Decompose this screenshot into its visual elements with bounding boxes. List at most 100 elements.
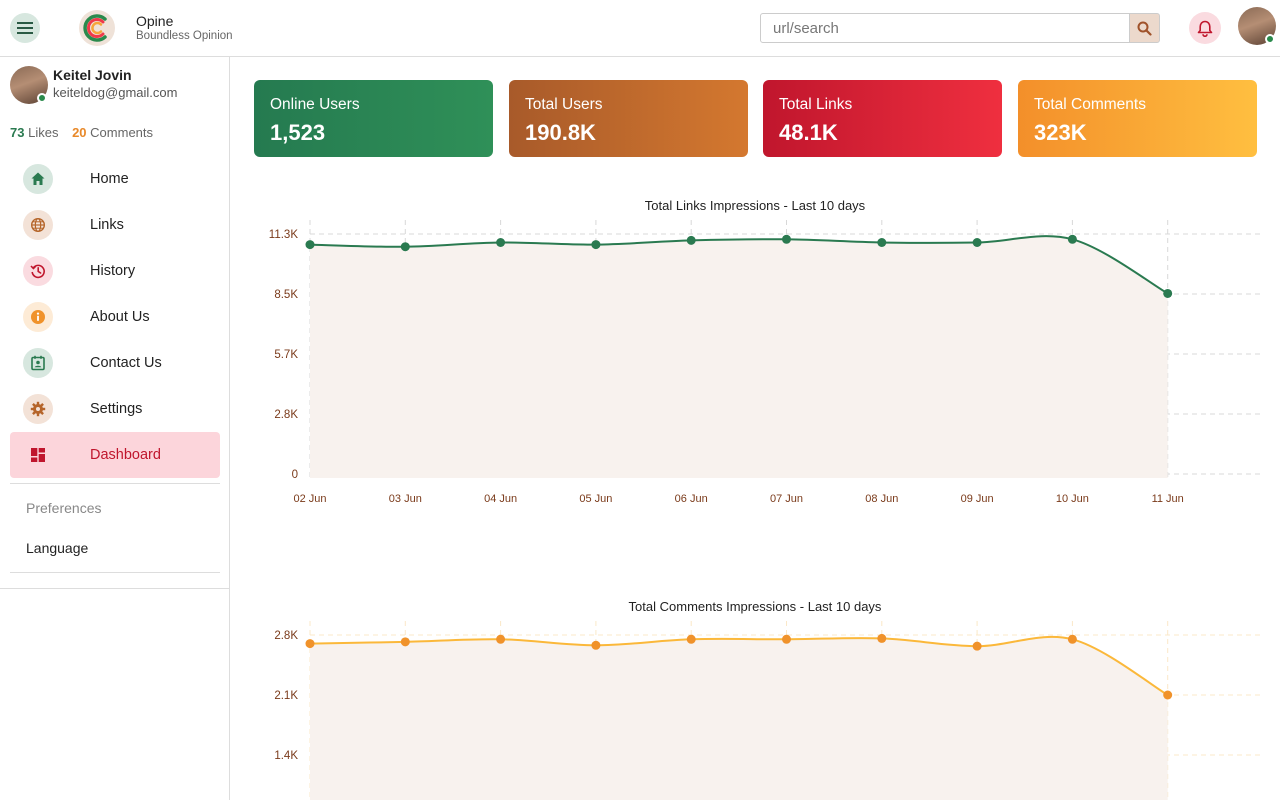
data-point[interactable] — [1163, 690, 1173, 700]
language-item[interactable]: Language — [26, 540, 88, 556]
card-value: 1,523 — [270, 120, 326, 145]
menu-button[interactable] — [10, 13, 40, 43]
data-point[interactable] — [686, 634, 696, 644]
sidebar-item-label: Home — [90, 171, 129, 187]
comments-chart-title: Total Comments Impressions - Last 10 day… — [628, 599, 882, 614]
sidebar-item-label: Contact Us — [90, 355, 162, 371]
search-button[interactable] — [1129, 13, 1160, 43]
data-point[interactable] — [877, 633, 887, 643]
user-name: Keitel Jovin — [53, 67, 132, 83]
x-tick-label: 02 Jun — [293, 493, 326, 505]
sidebar-nav: Home Links History About Us Contact Us S… — [10, 156, 220, 478]
data-point[interactable] — [1067, 634, 1077, 644]
info-icon — [23, 302, 53, 332]
sidebar-item-dashboard[interactable]: Dashboard — [10, 432, 220, 478]
x-tick-label: 06 Jun — [675, 493, 708, 505]
data-point[interactable] — [305, 639, 315, 649]
app-logo[interactable] — [79, 10, 115, 46]
brand-tagline: Boundless Opinion — [136, 30, 233, 42]
dashboard-icon — [23, 440, 53, 470]
y-tick-label: 2.8K — [274, 409, 298, 421]
data-point[interactable] — [591, 240, 601, 250]
data-point[interactable] — [972, 641, 982, 651]
data-point[interactable] — [1163, 288, 1173, 298]
y-tick-label: 8.5K — [274, 289, 298, 301]
data-point[interactable] — [1067, 234, 1077, 244]
data-point[interactable] — [782, 634, 791, 644]
y-tick-label: 0 — [292, 469, 298, 481]
brand-name: Opine — [136, 13, 174, 29]
likes-count: 73 — [10, 125, 25, 140]
online-status-dot — [1265, 34, 1275, 44]
x-tick-label: 05 Jun — [579, 493, 612, 505]
sidebar-item-history[interactable]: History — [10, 248, 220, 294]
sidebar-item-home[interactable]: Home — [10, 156, 220, 202]
comments-impressions-chart: 1.4K 2.1K 2.8K — [274, 621, 1262, 800]
card-label: Total Comments — [1034, 96, 1146, 113]
x-tick-label: 03 Jun — [389, 493, 422, 505]
likes-label: Likes — [28, 125, 59, 140]
home-icon — [23, 164, 53, 194]
area-fill — [310, 236, 1168, 478]
data-point[interactable] — [877, 237, 887, 247]
user-email: keiteldog@gmail.com — [53, 85, 178, 100]
data-point[interactable] — [400, 637, 410, 647]
contact-icon — [23, 348, 53, 378]
x-tick-label: 04 Jun — [484, 493, 517, 505]
sidebar: Keitel Jovin keiteldog@gmail.com 73 Like… — [0, 57, 230, 800]
sidebar-item-label: Settings — [90, 401, 143, 417]
comments-count: 20 — [72, 125, 87, 140]
notifications-button[interactable] — [1189, 12, 1221, 44]
comments-label: Comments — [90, 125, 154, 140]
globe-icon — [23, 210, 53, 240]
links-chart-title: Total Links Impressions - Last 10 days — [644, 198, 866, 213]
card-value: 323K — [1034, 120, 1087, 145]
card-label: Online Users — [270, 96, 360, 113]
data-point[interactable] — [305, 240, 315, 250]
sidebar-bottom-divider — [0, 588, 229, 589]
logo-icon — [83, 14, 107, 42]
sidebar-divider — [10, 572, 220, 573]
x-tick-label: 11 Jun — [1152, 493, 1184, 505]
x-tick-label: 08 Jun — [865, 493, 898, 505]
sidebar-item-about-us[interactable]: About Us — [10, 294, 220, 340]
data-point[interactable] — [496, 634, 506, 644]
sidebar-item-links[interactable]: Links — [10, 202, 220, 248]
online-users-card[interactable]: Online Users 1,523 — [254, 80, 493, 157]
data-point[interactable] — [591, 640, 601, 650]
preferences-heading: Preferences — [26, 500, 102, 516]
data-point[interactable] — [972, 237, 982, 247]
bell-icon — [1197, 20, 1213, 37]
sidebar-item-settings[interactable]: Settings — [10, 386, 220, 432]
total-links-card[interactable]: Total Links 48.1K — [763, 80, 1002, 157]
data-point[interactable] — [496, 237, 506, 247]
x-tick-label: 07 Jun — [770, 493, 803, 505]
data-point[interactable] — [686, 235, 696, 245]
card-label: Total Links — [779, 96, 853, 113]
y-tick-label: 2.1K — [274, 690, 298, 702]
search-icon — [1137, 21, 1152, 36]
search-input[interactable] — [760, 13, 1130, 43]
user-online-dot — [37, 93, 47, 103]
sidebar-item-label: Links — [90, 217, 124, 233]
x-tick-label: 10 Jun — [1056, 493, 1089, 505]
sidebar-item-label: History — [90, 263, 136, 279]
card-value: 48.1K — [779, 120, 838, 145]
top-bar: Opine Boundless Opinion — [0, 0, 1280, 57]
links-impressions-chart: 0 2.8K 5.7K 8.5K 11.3K 02 Jun 03 Jun 04 Jun 05 J… — [269, 220, 1262, 505]
y-tick-label: 1.4K — [274, 750, 298, 762]
hamburger-icon — [17, 22, 33, 34]
sidebar-item-contact-us[interactable]: Contact Us — [10, 340, 220, 386]
sidebar-item-label: About Us — [90, 309, 150, 325]
x-tick-label: 09 Jun — [961, 493, 994, 505]
total-users-card[interactable]: Total Users 190.8K — [509, 80, 748, 157]
card-label: Total Users — [525, 96, 603, 113]
y-tick-label: 11.3K — [269, 229, 299, 241]
area-fill — [310, 636, 1168, 800]
sidebar-divider — [10, 483, 220, 484]
user-stats: 73 Likes 20 Comments — [10, 125, 153, 140]
sidebar-item-label: Dashboard — [90, 447, 161, 463]
data-point[interactable] — [782, 234, 791, 244]
total-comments-card[interactable]: Total Comments 323K — [1018, 80, 1257, 157]
data-point[interactable] — [400, 242, 410, 252]
